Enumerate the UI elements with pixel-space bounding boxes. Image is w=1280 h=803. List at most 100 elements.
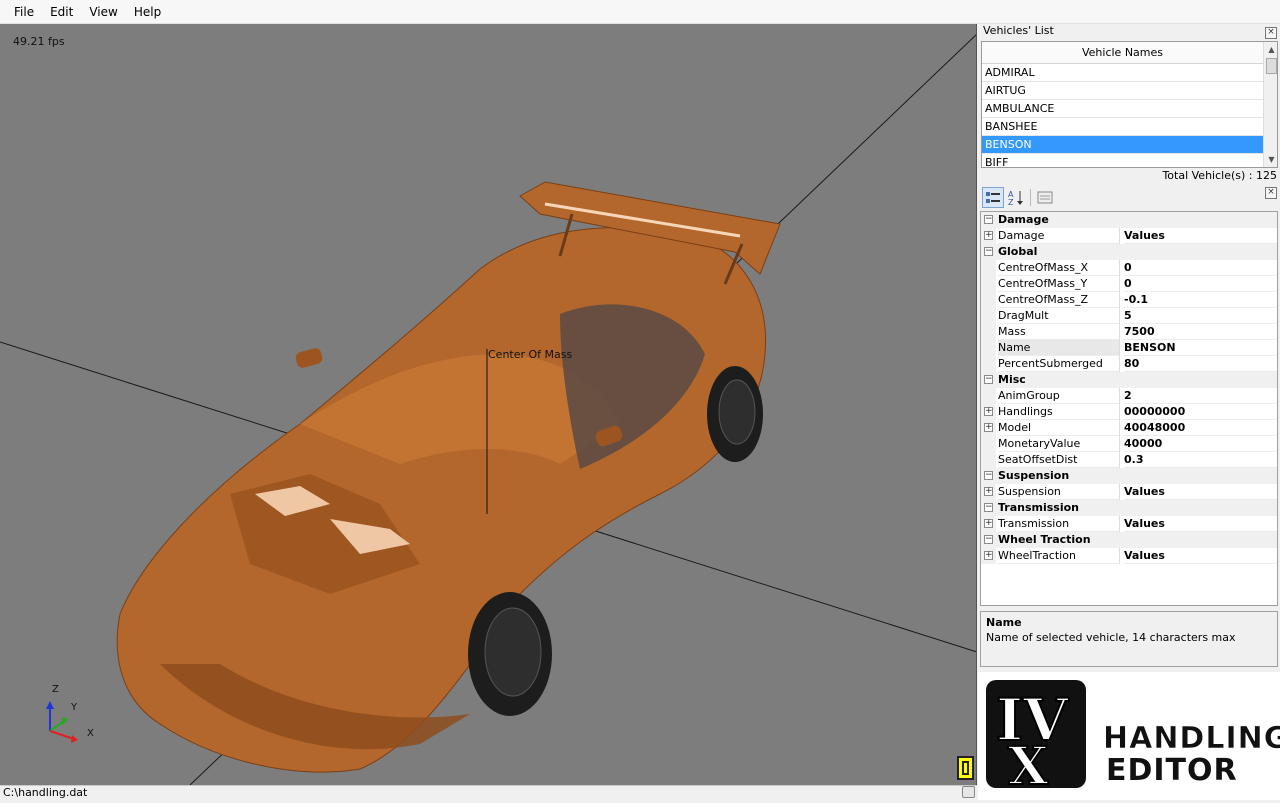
property-value[interactable]: Values [1124,516,1277,532]
expand-icon[interactable]: + [984,519,993,528]
property-category[interactable]: − Wheel Traction [981,532,1277,548]
row-gutter [981,308,996,324]
property-value[interactable]: 5 [1124,308,1277,324]
property-value[interactable]: 40048000 [1124,420,1277,436]
expand-icon[interactable]: + [984,487,993,496]
property-row[interactable]: + WheelTraction Values [981,548,1277,564]
row-gutter [981,356,996,372]
list-item[interactable]: ADMIRAL [982,64,1263,82]
axis-x-label: X [87,728,94,739]
property-row[interactable]: CentreOfMass_X 0 [981,260,1277,276]
property-row[interactable]: Mass 7500 [981,324,1277,340]
row-gutter [981,324,996,340]
property-label: MonetaryValue [998,436,1120,452]
property-value[interactable]: 7500 [1124,324,1277,340]
property-value[interactable]: 0.3 [1124,452,1277,468]
close-properties-icon[interactable]: × [1265,187,1277,199]
vehicle-list[interactable]: Vehicle Names ADMIRAL AIRTUG AMBULANCE B… [981,41,1278,168]
property-label: Damage [998,228,1120,244]
property-row[interactable]: + Handlings 00000000 [981,404,1277,420]
collapse-icon[interactable]: − [984,247,993,256]
property-row[interactable]: AnimGroup 2 [981,388,1277,404]
property-value[interactable]: 80 [1124,356,1277,372]
property-row[interactable]: CentreOfMass_Y 0 [981,276,1277,292]
resize-grip-icon[interactable] [962,786,975,798]
3d-viewport[interactable]: 49.21 fps Center Of Mass Z Y X [0,24,977,785]
logo-line1: HANDLING [1103,721,1280,756]
file-path: C:\handling.dat [3,786,88,799]
property-row[interactable]: Name BENSON [981,340,1277,356]
property-row[interactable]: SeatOffsetDist 0.3 [981,452,1277,468]
expand-icon[interactable]: + [984,423,993,432]
property-row[interactable]: + Damage Values [981,228,1277,244]
expand-icon[interactable]: + [984,551,993,560]
axis-z-label: Z [52,684,59,695]
property-row[interactable]: + Transmission Values [981,516,1277,532]
scroll-thumb[interactable] [1266,58,1277,74]
row-gutter [981,260,996,276]
expand-icon[interactable]: + [984,407,993,416]
property-grid[interactable]: − Damage + Damage Values − Global CentreOfMass_… [980,211,1278,606]
menu-view[interactable]: View [81,3,125,21]
toolbar-separator [1030,189,1031,206]
property-category[interactable]: − Transmission [981,500,1277,516]
property-value[interactable]: 40000 [1124,436,1277,452]
property-category[interactable]: − Suspension [981,468,1277,484]
car-model [116,181,781,773]
vehicle-list-scrollbar[interactable]: ▲ ▼ [1263,42,1277,167]
property-value[interactable]: Values [1124,228,1277,244]
expand-icon[interactable]: + [984,231,993,240]
list-item[interactable]: BIFF [982,154,1263,167]
property-label: WheelTraction [998,548,1120,564]
logo-line2: EDITOR [1106,753,1238,788]
property-grid-toolbar: AZ [981,187,1261,209]
property-value[interactable]: Values [1124,484,1277,500]
alphabetical-sort-icon[interactable]: AZ [1005,187,1027,208]
list-item[interactable]: BANSHEE [982,118,1263,136]
close-vehicles-list-icon[interactable]: × [1265,27,1277,39]
property-pages-icon[interactable] [1034,187,1056,208]
property-value[interactable]: Values [1124,548,1277,564]
property-row[interactable]: + Suspension Values [981,484,1277,500]
property-label: CentreOfMass_X [998,260,1120,276]
property-value[interactable]: 0 [1124,260,1277,276]
property-value[interactable]: 00000000 [1124,404,1277,420]
collapse-icon[interactable]: − [984,535,993,544]
property-row[interactable]: PercentSubmerged 80 [981,356,1277,372]
category-label: Transmission [998,501,1080,514]
row-gutter [981,292,996,308]
column-header-vehicle-names[interactable]: Vehicle Names [982,42,1263,64]
menu-help[interactable]: Help [126,3,169,21]
axis-y-label: Y [71,702,78,713]
property-row[interactable]: CentreOfMass_Z -0.1 [981,292,1277,308]
collapse-icon[interactable]: − [984,503,993,512]
list-item[interactable]: AIRTUG [982,82,1263,100]
help-panel: Name Name of selected vehicle, 14 charac… [980,611,1278,667]
list-item[interactable]: AMBULANCE [982,100,1263,118]
property-value[interactable]: -0.1 [1124,292,1277,308]
property-label: Model [998,420,1120,436]
category-label: Wheel Traction [998,533,1091,546]
property-row[interactable]: + Model 40048000 [981,420,1277,436]
svg-text:X: X [1008,736,1049,797]
menu-edit[interactable]: Edit [42,3,81,21]
property-row[interactable]: DragMult 5 [981,308,1277,324]
property-row[interactable]: MonetaryValue 40000 [981,436,1277,452]
property-category[interactable]: − Damage [981,212,1277,228]
categorized-view-icon[interactable] [982,187,1004,208]
row-gutter [981,276,996,292]
category-label: Misc [998,373,1026,386]
menu-file[interactable]: File [6,3,42,21]
list-item-selected[interactable]: BENSON [982,136,1263,154]
scroll-up-icon[interactable]: ▲ [1264,42,1277,57]
property-value[interactable]: BENSON [1124,340,1277,356]
total-vehicles-count: Total Vehicle(s) : 125 [1162,169,1277,182]
property-value[interactable]: 0 [1124,276,1277,292]
collapse-icon[interactable]: − [984,471,993,480]
collapse-icon[interactable]: − [984,375,993,384]
property-category[interactable]: − Global [981,244,1277,260]
collapse-icon[interactable]: − [984,215,993,224]
scroll-down-icon[interactable]: ▼ [1264,152,1277,167]
property-category[interactable]: − Misc [981,372,1277,388]
property-value[interactable]: 2 [1124,388,1277,404]
